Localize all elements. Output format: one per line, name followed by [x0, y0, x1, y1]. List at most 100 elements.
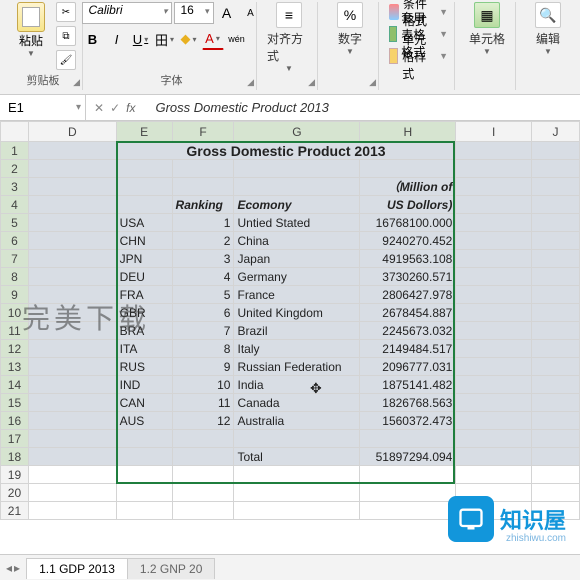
cell[interactable]: Australia — [234, 412, 360, 430]
cell[interactable] — [456, 340, 532, 358]
cell[interactable] — [360, 160, 456, 178]
cell[interactable] — [28, 502, 116, 520]
cell[interactable] — [28, 196, 116, 214]
cell[interactable] — [456, 196, 532, 214]
font-color-button[interactable]: A — [202, 28, 224, 50]
cell[interactable]: BRA — [116, 322, 172, 340]
cell[interactable] — [532, 142, 580, 160]
cell[interactable]: （Million of — [360, 178, 456, 196]
cut-button[interactable]: ✂ — [56, 2, 76, 22]
cell[interactable] — [456, 214, 532, 232]
cell[interactable] — [28, 160, 116, 178]
cell[interactable]: 1875141.482 — [360, 376, 456, 394]
col-header[interactable]: F — [172, 122, 234, 142]
cell[interactable] — [28, 448, 116, 466]
grid-row[interactable]: 18Total51897294.094 — [1, 448, 580, 466]
row-header[interactable]: 21 — [1, 502, 29, 520]
number-launcher[interactable]: ◢ — [369, 77, 376, 88]
grow-font-button[interactable]: A — [216, 2, 238, 24]
cell[interactable] — [360, 484, 456, 502]
cell[interactable] — [360, 502, 456, 520]
cell[interactable]: India — [234, 376, 360, 394]
cell[interactable] — [532, 214, 580, 232]
cell[interactable]: Total — [234, 448, 360, 466]
sheet-tab-active[interactable]: 1.1 GDP 2013 — [26, 558, 128, 579]
cell[interactable]: 8 — [172, 340, 234, 358]
cell[interactable] — [532, 358, 580, 376]
cell[interactable]: DEU — [116, 268, 172, 286]
cell[interactable] — [456, 160, 532, 178]
grid-row[interactable]: 4RankingEcomonyUS Dollors) — [1, 196, 580, 214]
cell[interactable] — [532, 376, 580, 394]
cell[interactable] — [28, 340, 116, 358]
cell[interactable]: CAN — [116, 394, 172, 412]
row-header[interactable]: 10 — [1, 304, 29, 322]
paste-button[interactable]: 粘贴 ▼ — [10, 2, 52, 70]
cell[interactable]: 2806427.978 — [360, 286, 456, 304]
cell[interactable] — [456, 466, 532, 484]
row-header[interactable]: 4 — [1, 196, 29, 214]
cell[interactable]: 2096777.031 — [360, 358, 456, 376]
cell[interactable]: ITA — [116, 340, 172, 358]
cell[interactable] — [532, 178, 580, 196]
cell[interactable]: 3730260.571 — [360, 268, 456, 286]
cell[interactable] — [28, 286, 116, 304]
row-header[interactable]: 9 — [1, 286, 29, 304]
grid-row[interactable]: 12ITA8Italy2149484.517 — [1, 340, 580, 358]
copy-button[interactable]: ⧉ — [56, 26, 76, 46]
cell[interactable]: 2149484.517 — [360, 340, 456, 358]
cell[interactable]: Gross Domestic Product 2013 — [116, 142, 456, 160]
cell[interactable]: GBR — [116, 304, 172, 322]
fx-button[interactable]: fx — [126, 101, 135, 115]
grid-row[interactable]: 15CAN11Canada1826768.563 — [1, 394, 580, 412]
cell[interactable]: Untied Stated — [234, 214, 360, 232]
grid-row[interactable]: 14IND10India1875141.482 — [1, 376, 580, 394]
cell[interactable] — [532, 394, 580, 412]
cell[interactable] — [28, 232, 116, 250]
row-header[interactable]: 5 — [1, 214, 29, 232]
cell[interactable] — [532, 196, 580, 214]
font-size-select[interactable]: 16 — [174, 2, 214, 24]
cell[interactable] — [172, 448, 234, 466]
column-headers[interactable]: D E F G H I J — [1, 122, 580, 142]
border-button[interactable]: 田 — [154, 28, 176, 50]
grid-row[interactable]: 13RUS9Russian Federation2096777.031 — [1, 358, 580, 376]
cell[interactable] — [28, 466, 116, 484]
cell[interactable]: 4 — [172, 268, 234, 286]
cell[interactable] — [456, 304, 532, 322]
grid-row[interactable]: 7JPN3Japan4919563.108 — [1, 250, 580, 268]
cell[interactable]: 16768100.000 — [360, 214, 456, 232]
cell[interactable]: Germany — [234, 268, 360, 286]
grid-row[interactable]: 9FRA5France2806427.978 — [1, 286, 580, 304]
row-header[interactable]: 3 — [1, 178, 29, 196]
cell[interactable] — [532, 322, 580, 340]
cell[interactable]: Japan — [234, 250, 360, 268]
cell[interactable] — [234, 502, 360, 520]
cell[interactable] — [28, 412, 116, 430]
row-header[interactable]: 17 — [1, 430, 29, 448]
grid-row[interactable]: 6CHN2China9240270.452 — [1, 232, 580, 250]
grid-row[interactable]: 1Gross Domestic Product 2013 — [1, 142, 580, 160]
row-header[interactable]: 6 — [1, 232, 29, 250]
cell[interactable] — [456, 322, 532, 340]
underline-button[interactable]: U — [130, 28, 152, 50]
cell[interactable] — [234, 178, 360, 196]
cell[interactable] — [532, 304, 580, 322]
cell[interactable] — [28, 214, 116, 232]
italic-button[interactable]: I — [106, 28, 128, 50]
cell[interactable]: 1 — [172, 214, 234, 232]
grid-row[interactable]: 5USA1Untied Stated16768100.000 — [1, 214, 580, 232]
cell[interactable]: 11 — [172, 394, 234, 412]
cell[interactable] — [532, 250, 580, 268]
cell[interactable] — [172, 160, 234, 178]
editing-button[interactable]: 🔍 编辑 ▼ — [526, 2, 570, 56]
cell[interactable]: 10 — [172, 376, 234, 394]
cell[interactable] — [234, 484, 360, 502]
cell[interactable] — [116, 430, 172, 448]
cell[interactable] — [456, 448, 532, 466]
cell[interactable] — [456, 250, 532, 268]
grid-row[interactable]: 8DEU4Germany3730260.571 — [1, 268, 580, 286]
cancel-formula-button[interactable]: ✕ — [94, 101, 104, 115]
cell[interactable]: FRA — [116, 286, 172, 304]
font-launcher[interactable]: ◢ — [247, 77, 254, 88]
